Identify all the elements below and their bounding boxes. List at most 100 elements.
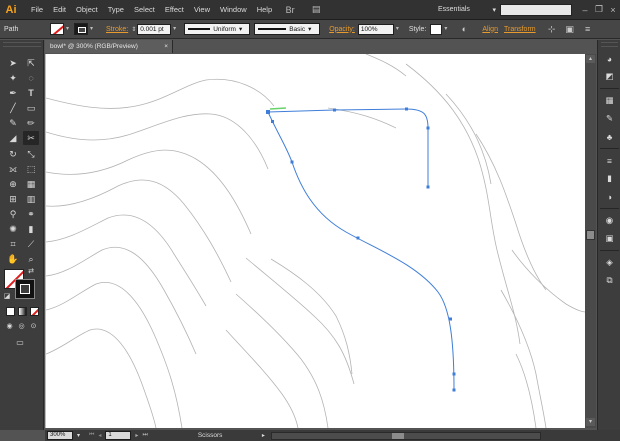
arrange-documents-button[interactable]: ▤: [307, 3, 325, 17]
color-guide-panel-icon[interactable]: ◩: [602, 70, 617, 83]
selection-tool-icon[interactable]: ➤: [5, 56, 21, 70]
line-segment-tool-icon[interactable]: ╱: [5, 101, 21, 115]
mesh-tool-icon[interactable]: ⊞: [5, 192, 21, 206]
vertical-scrollbar[interactable]: ▴ ▾: [585, 54, 596, 428]
pen-tool-icon[interactable]: ✒: [5, 86, 21, 100]
blob-brush-tool-icon[interactable]: ◢: [5, 131, 21, 145]
chevron-down-icon[interactable]: ▾: [64, 24, 71, 34]
recolor-artwork-icon[interactable]: ◐: [457, 22, 471, 36]
menu-file[interactable]: File: [26, 0, 48, 20]
brushes-panel-icon[interactable]: ✎: [602, 112, 617, 125]
close-icon[interactable]: ×: [164, 43, 168, 50]
chevron-down-icon[interactable]: ▾: [88, 24, 95, 34]
document-tab[interactable]: bowl* @ 300% (RGB/Preview) ×: [45, 40, 173, 53]
menu-view[interactable]: View: [189, 0, 215, 20]
horizontal-scrollbar[interactable]: [270, 431, 541, 440]
menu-edit[interactable]: Edit: [48, 0, 71, 20]
chevron-down-icon[interactable]: ▾: [171, 24, 178, 34]
chevron-down-icon[interactable]: ▾: [394, 24, 401, 34]
default-fill-stroke-icon[interactable]: ◪: [2, 291, 12, 301]
menu-object[interactable]: Object: [71, 0, 103, 20]
stroke-panel-link[interactable]: Stroke:: [103, 26, 131, 33]
eyedropper-tool-icon[interactable]: ⚲: [5, 207, 21, 221]
scissors-tool-icon[interactable]: ✂: [23, 131, 39, 145]
menu-help[interactable]: Help: [252, 0, 277, 20]
help-search-input[interactable]: [500, 3, 572, 16]
fill-swatch[interactable]: [50, 23, 64, 35]
direct-selection-tool-icon[interactable]: ⇱: [23, 56, 39, 70]
transform-panel-link[interactable]: Transform: [501, 26, 539, 33]
layers-panel-icon[interactable]: ◈: [602, 256, 617, 269]
width-tool-icon[interactable]: ⟗: [5, 162, 21, 176]
rotate-tool-icon[interactable]: ↻: [5, 147, 21, 161]
pencil-tool-icon[interactable]: ✏: [23, 116, 39, 130]
appearance-panel-icon[interactable]: ◉: [602, 214, 617, 227]
graphic-style-swatch[interactable]: [430, 23, 443, 35]
graphic-styles-panel-icon[interactable]: ▣: [602, 232, 617, 245]
artboard-canvas[interactable]: [45, 54, 586, 428]
zoom-level-input[interactable]: 300%: [47, 431, 73, 440]
gradient-panel-icon[interactable]: ▮: [602, 172, 617, 185]
variable-width-profile-select[interactable]: Uniform ▾: [184, 23, 251, 35]
selected-path[interactable]: [266, 107, 456, 392]
maximize-button[interactable]: ❐: [592, 3, 606, 17]
rectangle-tool-icon[interactable]: ▭: [23, 101, 39, 115]
artwork[interactable]: [46, 54, 586, 428]
align-panel-link[interactable]: Align: [479, 26, 501, 33]
scroll-thumb[interactable]: [391, 432, 404, 439]
transparency-panel-icon[interactable]: ◑: [602, 190, 617, 203]
first-artboard-icon[interactable]: ⏮: [89, 432, 94, 439]
stroke-indicator[interactable]: [15, 279, 35, 299]
close-window-button[interactable]: ×: [606, 3, 620, 17]
draw-inside-icon[interactable]: ⊙: [28, 320, 39, 331]
panel-menu-icon[interactable]: ≡: [581, 22, 595, 36]
bridge-button[interactable]: Br: [281, 3, 299, 17]
type-tool-icon[interactable]: T: [23, 86, 39, 100]
menu-window[interactable]: Window: [215, 0, 252, 20]
blend-tool-icon[interactable]: ⚭: [23, 207, 39, 221]
color-panel-icon[interactable]: ◕: [602, 52, 617, 65]
draw-normal-icon[interactable]: ◉: [4, 320, 15, 331]
previous-artboard-icon[interactable]: ◂: [98, 432, 101, 439]
none-mode-icon[interactable]: [30, 307, 39, 316]
scale-tool-icon[interactable]: ⤡: [23, 147, 39, 161]
stroke-panel-icon[interactable]: ≡: [602, 154, 617, 167]
hand-tool-icon[interactable]: ✋: [5, 252, 21, 266]
screen-mode-icon[interactable]: ▭: [12, 336, 28, 348]
stroke-weight-input[interactable]: 0.001 pt: [137, 23, 172, 35]
artboard-tool-icon[interactable]: ⌗: [5, 237, 21, 251]
opacity-panel-link[interactable]: Opacity:: [326, 26, 358, 33]
color-mode-icon[interactable]: [6, 307, 15, 316]
panel-grip[interactable]: [3, 42, 41, 47]
anchor-points[interactable]: [266, 107, 456, 392]
swap-fill-stroke-icon[interactable]: ⇄: [26, 266, 36, 276]
artboard-number-input[interactable]: 1: [105, 431, 132, 440]
gradient-tool-icon[interactable]: ▥: [23, 192, 39, 206]
free-transform-tool-icon[interactable]: ⬚: [23, 162, 39, 176]
draw-behind-icon[interactable]: ◎: [16, 320, 27, 331]
scroll-down-button[interactable]: ▾: [586, 418, 595, 426]
chevron-down-icon[interactable]: ▾: [77, 432, 85, 439]
paintbrush-tool-icon[interactable]: ✎: [5, 116, 21, 130]
brush-definition-select[interactable]: Basic ▾: [254, 23, 321, 35]
menu-type[interactable]: Type: [103, 0, 129, 20]
slice-tool-icon[interactable]: ⟋: [23, 237, 39, 251]
next-artboard-icon[interactable]: ▸: [135, 432, 138, 439]
status-menu-icon[interactable]: ▸: [262, 432, 265, 439]
last-artboard-icon[interactable]: ⏭: [142, 432, 147, 439]
stroke-swatch[interactable]: [74, 23, 88, 35]
lasso-tool-icon[interactable]: ◌: [23, 71, 39, 85]
minimize-button[interactable]: –: [578, 3, 592, 17]
column-graph-tool-icon[interactable]: ▮: [23, 222, 39, 236]
scroll-thumb[interactable]: [586, 230, 595, 240]
artboards-panel-icon[interactable]: ⧉: [602, 274, 617, 287]
workspace-switcher[interactable]: Essentials ▾: [438, 3, 496, 16]
isolate-selected-icon[interactable]: ⊹: [545, 22, 559, 36]
symbol-sprayer-tool-icon[interactable]: ✺: [5, 222, 21, 236]
magic-wand-tool-icon[interactable]: ✦: [5, 71, 21, 85]
scroll-up-button[interactable]: ▴: [586, 55, 595, 63]
opacity-input[interactable]: 100%: [357, 23, 394, 35]
zoom-tool-icon[interactable]: ⌕: [23, 252, 39, 266]
perspective-grid-tool-icon[interactable]: ▦: [23, 177, 39, 191]
menu-effect[interactable]: Effect: [160, 0, 189, 20]
